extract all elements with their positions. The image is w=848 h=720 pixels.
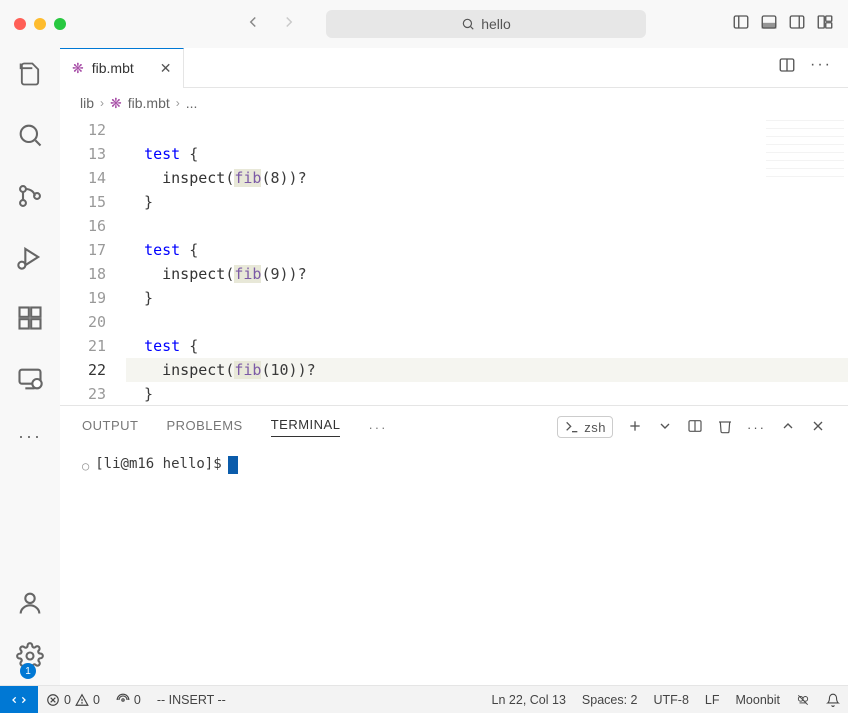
titlebar: hello (0, 0, 848, 48)
more-activity-icon[interactable]: ··· (18, 426, 42, 447)
file-icon: ❋ (72, 60, 84, 77)
run-debug-icon[interactable] (16, 243, 44, 276)
nav-back-button[interactable] (244, 13, 262, 36)
warning-count: 0 (93, 693, 100, 707)
window-controls (14, 18, 66, 30)
new-terminal-icon[interactable] (627, 418, 643, 437)
panel-more-icon[interactable]: ··· (368, 420, 387, 435)
shell-name: zsh (584, 420, 606, 435)
source-control-icon[interactable] (16, 182, 44, 215)
settings-gear-icon[interactable]: 1 (16, 642, 44, 675)
status-bar: 0 0 0 -- INSERT -- Ln 22, Col 13 Spaces:… (0, 685, 848, 713)
line-number-gutter: 121314151617181920212223 (60, 118, 126, 405)
panel-tab-output[interactable]: OUTPUT (82, 418, 138, 437)
terminal-split-chevron-icon[interactable] (657, 418, 673, 437)
error-count: 0 (64, 693, 71, 707)
command-center-text: hello (481, 16, 511, 32)
maximize-panel-icon[interactable] (780, 418, 796, 437)
warning-icon (75, 693, 89, 707)
terminal-icon (564, 419, 580, 435)
panel-tab-problems[interactable]: PROBLEMS (166, 418, 242, 437)
panel-tabs: OUTPUT PROBLEMS TERMINAL ··· zsh ··· (60, 406, 848, 448)
status-ports[interactable]: 0 (108, 693, 149, 707)
search-activity-icon[interactable] (16, 121, 44, 154)
minimap[interactable] (766, 120, 844, 180)
editor-tabs: ❋ fib.mbt ✕ ··· (60, 48, 848, 88)
close-window-button[interactable] (14, 18, 26, 30)
editor-more-icon[interactable]: ··· (810, 56, 832, 79)
breadcrumb-file[interactable]: fib.mbt (128, 95, 170, 111)
code-content[interactable]: test { inspect(fib(8))? } test { inspect… (126, 118, 848, 405)
minimize-window-button[interactable] (34, 18, 46, 30)
terminal-cursor (228, 456, 238, 474)
ports-count: 0 (134, 693, 141, 707)
chevron-right-icon: › (100, 96, 104, 110)
settings-badge: 1 (20, 663, 36, 679)
status-vim-mode: -- INSERT -- (149, 693, 234, 707)
tab-fib-mbt[interactable]: ❋ fib.mbt ✕ (60, 48, 184, 88)
file-icon: ❋ (110, 95, 122, 112)
maximize-window-button[interactable] (54, 18, 66, 30)
terminal[interactable]: ○ [li@m16 hello]$ (60, 448, 848, 685)
panel-tab-terminal[interactable]: TERMINAL (271, 417, 341, 437)
status-encoding[interactable]: UTF-8 (646, 693, 697, 707)
status-notifications-icon[interactable] (818, 693, 848, 707)
breadcrumb[interactable]: lib › ❋ fib.mbt › ... (60, 88, 848, 118)
activity-bar: ··· 1 (0, 48, 60, 685)
nav-arrows (244, 13, 298, 36)
accounts-icon[interactable] (16, 589, 44, 622)
split-editor-icon[interactable] (778, 56, 796, 79)
tab-close-icon[interactable]: ✕ (160, 60, 172, 77)
extensions-icon[interactable] (16, 304, 44, 337)
breadcrumb-folder[interactable]: lib (80, 95, 94, 111)
remote-indicator[interactable] (0, 686, 38, 713)
customize-layout-icon[interactable] (816, 13, 834, 36)
terminal-prompt: [li@m16 hello]$ (95, 456, 221, 472)
status-language[interactable]: Moonbit (728, 693, 788, 707)
chevron-right-icon: › (176, 96, 180, 110)
explorer-icon[interactable] (16, 60, 44, 93)
layout-sidebar-right-icon[interactable] (788, 13, 806, 36)
terminal-shell-select[interactable]: zsh (557, 416, 613, 438)
bottom-panel: OUTPUT PROBLEMS TERMINAL ··· zsh ··· (60, 405, 848, 685)
status-cursor-position[interactable]: Ln 22, Col 13 (484, 693, 574, 707)
radio-icon (116, 693, 130, 707)
remote-explorer-icon[interactable] (16, 365, 44, 398)
layout-sidebar-left-icon[interactable] (732, 13, 750, 36)
close-panel-icon[interactable] (810, 418, 826, 437)
status-eol[interactable]: LF (697, 693, 728, 707)
nav-forward-button[interactable] (280, 13, 298, 36)
error-icon (46, 693, 60, 707)
terminal-status-icon: ○ (82, 459, 89, 473)
kill-terminal-icon[interactable] (717, 418, 733, 437)
status-problems[interactable]: 0 0 (38, 693, 108, 707)
breadcrumb-extra[interactable]: ... (186, 95, 198, 111)
status-copilot-icon[interactable] (788, 693, 818, 707)
code-editor[interactable]: 121314151617181920212223 test { inspect(… (60, 118, 848, 405)
split-terminal-icon[interactable] (687, 418, 703, 437)
editor-group: ❋ fib.mbt ✕ ··· lib › ❋ fib.mbt › ... 12… (60, 48, 848, 685)
status-indentation[interactable]: Spaces: 2 (574, 693, 646, 707)
tab-filename: fib.mbt (92, 60, 134, 76)
title-actions (732, 13, 834, 36)
command-center[interactable]: hello (326, 10, 646, 38)
layout-panel-icon[interactable] (760, 13, 778, 36)
terminal-more-icon[interactable]: ··· (747, 420, 766, 435)
search-icon (461, 17, 475, 31)
